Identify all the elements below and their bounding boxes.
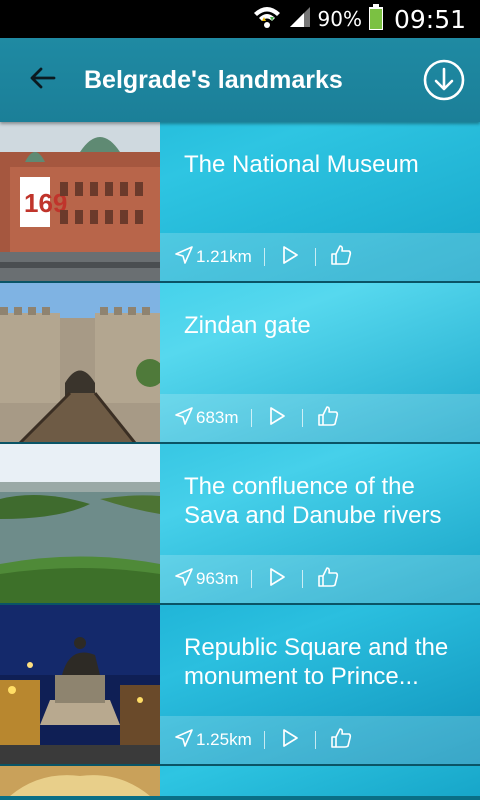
divider (301, 570, 303, 588)
list-item[interactable]: The confluence of the Sava and Danube ri… (0, 444, 480, 605)
download-icon (422, 59, 466, 106)
thumbs-up-icon (317, 405, 339, 432)
distance-text: 963m (196, 569, 239, 588)
thumbs-up-icon (317, 566, 339, 593)
play-icon (268, 406, 286, 431)
page-title: Belgrade's landmarks (84, 65, 343, 94)
play-button[interactable] (264, 566, 290, 592)
list-item-partial[interactable] (0, 766, 480, 796)
landmark-actions: 1.25km (160, 716, 480, 764)
list-item[interactable]: Republic Square and the monument to Prin… (0, 605, 480, 766)
landmark-actions: 1.21km (160, 233, 480, 281)
landmark-actions: 963m (160, 555, 480, 603)
play-icon (281, 245, 299, 270)
landmark-list[interactable]: 169 The National Museum 1.21km Zindan ga… (0, 122, 480, 800)
landmark-title: The confluence of the Sava and Danube ri… (184, 473, 442, 529)
distance: 683m (174, 406, 239, 431)
navigation-arrow-icon (174, 728, 194, 753)
play-button[interactable] (277, 727, 303, 753)
divider (314, 731, 316, 749)
landmark-thumbnail (0, 444, 160, 603)
distance-text: 1.25km (196, 730, 252, 749)
play-icon (281, 728, 299, 753)
play-button[interactable] (264, 405, 290, 431)
distance-text: 1.21km (196, 247, 252, 266)
wifi-icon (252, 3, 282, 36)
landmark-title: Republic Square and the monument to Prin… (184, 634, 449, 690)
app-bar: Belgrade's landmarks (0, 38, 480, 122)
like-button[interactable] (315, 566, 341, 592)
divider (314, 248, 316, 266)
like-button[interactable] (328, 244, 354, 270)
status-bar: 90% 09:51 (0, 0, 480, 38)
play-button[interactable] (277, 244, 303, 270)
navigation-arrow-icon (174, 406, 194, 431)
distance-text: 683m (196, 408, 239, 427)
list-item[interactable]: 169 The National Museum 1.21km (0, 122, 480, 283)
navigation-arrow-icon (174, 245, 194, 270)
divider (250, 409, 252, 427)
like-button[interactable] (328, 727, 354, 753)
divider (263, 731, 265, 749)
clock: 09:51 (393, 4, 466, 34)
like-button[interactable] (315, 405, 341, 431)
back-button[interactable] (10, 38, 74, 122)
landmark-title: The National Museum (184, 151, 419, 178)
landmark-thumbnail (0, 766, 160, 796)
landmark-thumbnail (0, 283, 160, 442)
divider (301, 409, 303, 427)
landmark-title: Zindan gate (184, 312, 311, 339)
landmark-actions: 683m (160, 394, 480, 442)
distance: 1.21km (174, 245, 252, 270)
arrow-left-icon (28, 66, 56, 95)
thumbs-up-icon (330, 244, 352, 271)
thumbs-up-icon (330, 727, 352, 754)
signal-icon (288, 5, 312, 34)
landmark-thumbnail (0, 605, 160, 764)
play-icon (268, 567, 286, 592)
divider (250, 570, 252, 588)
battery-percent: 90% (317, 7, 362, 31)
distance: 1.25km (174, 728, 252, 753)
list-item[interactable]: Zindan gate 683m (0, 283, 480, 444)
battery-icon (368, 3, 384, 36)
divider (263, 248, 265, 266)
distance: 963m (174, 567, 239, 592)
landmark-thumbnail: 169 (0, 122, 160, 281)
download-button[interactable] (422, 58, 466, 102)
navigation-arrow-icon (174, 567, 194, 592)
